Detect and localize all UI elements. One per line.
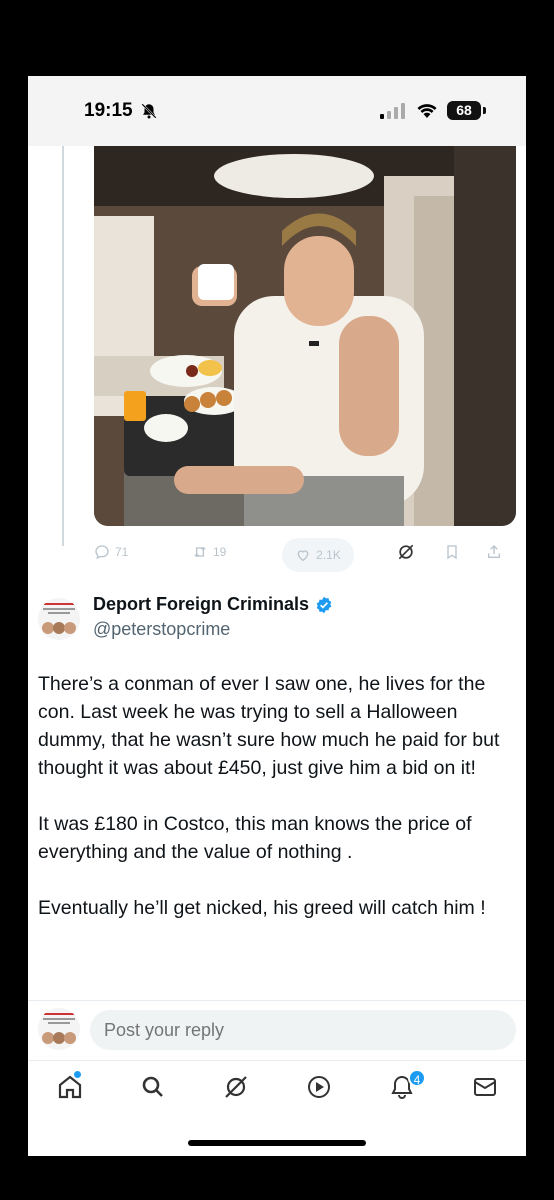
tab-video[interactable] [305,1073,333,1101]
reply-button[interactable]: 71 [94,544,128,560]
share-icon [488,545,500,558]
author-name[interactable]: Deport Foreign Criminals [93,594,309,615]
home-unread-dot [74,1071,81,1078]
signal-icon [380,103,405,119]
status-time: 19:15 [84,100,133,121]
status-bar: 19:15 68 [28,76,526,146]
my-avatar [38,1008,80,1050]
notification-badge: 4 [408,1069,426,1087]
divider [28,1000,526,1001]
post-action-bar: 71 19 2.1K [90,536,520,576]
author-handle[interactable]: @peterstopcrime [93,619,230,640]
battery-tip [483,107,486,114]
tab-messages[interactable] [471,1073,499,1101]
mail-icon [474,1078,496,1096]
home-indicator [188,1140,366,1146]
tab-home[interactable] [56,1073,84,1101]
avatar-image [38,598,80,640]
post-text: There’s a conman of ever I saw one, he l… [38,673,500,919]
search-icon [142,1076,163,1097]
like-button[interactable]: 2.1K [282,538,354,572]
like-count: 2.1K [316,548,341,562]
avatar-image [38,1008,80,1050]
video-icon [308,1076,330,1098]
repost-count: 19 [213,545,227,559]
reply-input[interactable] [90,1010,516,1050]
grok-button[interactable] [396,542,416,562]
battery-indicator: 68 [447,101,481,120]
wifi-icon [417,104,437,118]
reply-icon [95,545,109,560]
repost-button[interactable]: 19 [192,544,226,560]
home-icon [58,1075,82,1099]
bell-slash-icon [141,103,157,119]
bottom-tab-bar: 4 [28,1060,526,1120]
author-avatar[interactable] [38,598,80,640]
tab-grok[interactable] [222,1073,250,1101]
thread-line [62,146,64,546]
grok-icon [225,1076,247,1098]
tab-search[interactable] [139,1073,167,1101]
verified-badge-icon [316,596,332,614]
post-image[interactable] [94,146,516,526]
reply-count: 71 [115,545,129,559]
phone-screen: 19:15 68 71 19 2.1K Deport Foreign Crimi… [28,76,526,1156]
bookmark-button[interactable] [444,544,460,560]
cabin-photo [94,146,516,526]
share-button[interactable] [486,544,502,560]
heart-icon [297,550,309,562]
bookmark-icon [447,545,457,560]
grok-icon [398,544,414,560]
repost-icon [194,546,206,558]
